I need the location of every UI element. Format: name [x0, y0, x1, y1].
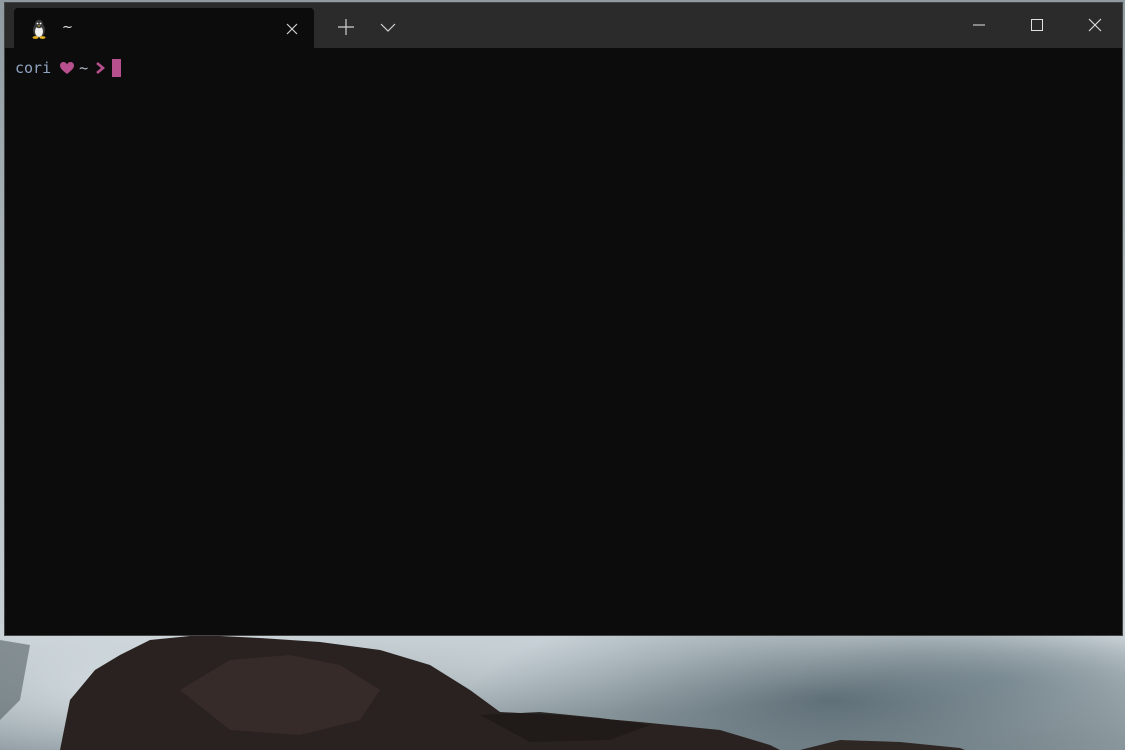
plus-icon: [338, 19, 354, 35]
close-icon: [1088, 18, 1102, 32]
title-bar[interactable]: ~: [5, 3, 1122, 48]
close-button[interactable]: [1066, 3, 1124, 48]
chevron-down-icon: [380, 23, 396, 32]
prompt-user: cori: [15, 59, 52, 77]
tab-close-icon[interactable]: [284, 21, 300, 37]
shell-prompt: cori ~: [15, 58, 122, 78]
heart-icon: [60, 62, 75, 74]
prompt-directory: ~: [79, 59, 89, 77]
minimize-icon: [973, 24, 985, 26]
new-tab-button[interactable]: [331, 12, 361, 42]
terminal-body[interactable]: cori ~: [5, 48, 1122, 635]
chevron-right-icon: [96, 62, 106, 74]
terminal-window: ~ cori ~: [4, 2, 1123, 636]
text-cursor: [112, 59, 122, 77]
maximize-icon: [1031, 19, 1043, 31]
profile-dropdown-button[interactable]: [373, 12, 403, 42]
tab-title: ~: [62, 20, 73, 35]
maximize-button[interactable]: [1008, 3, 1066, 48]
linux-penguin-icon: [32, 19, 46, 39]
tab-active[interactable]: ~: [14, 8, 314, 48]
minimize-button[interactable]: [950, 3, 1008, 48]
